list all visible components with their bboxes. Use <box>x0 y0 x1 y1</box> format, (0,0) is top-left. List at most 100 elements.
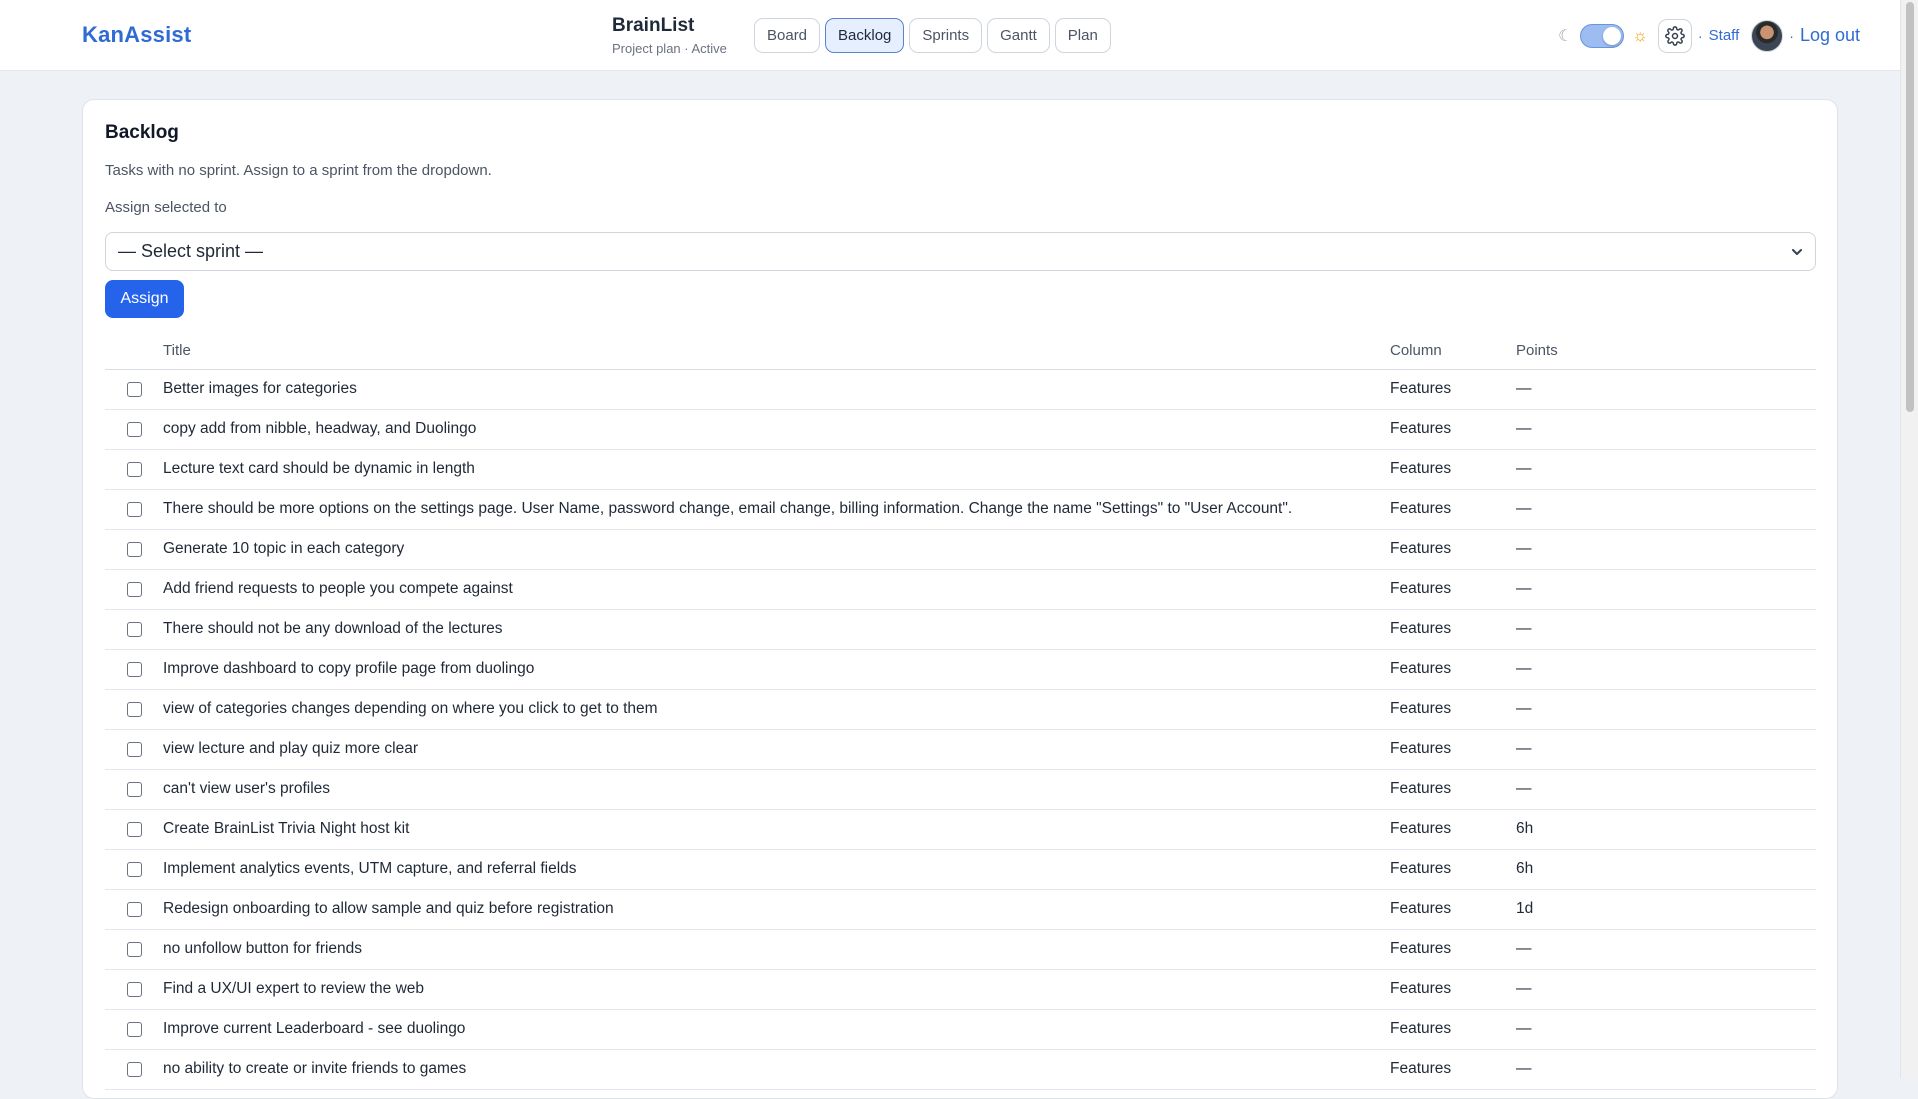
brand-logo[interactable]: KanAssist <box>82 22 191 48</box>
row-select-cell <box>105 1009 163 1050</box>
task-column: Features <box>1390 889 1516 930</box>
row-checkbox[interactable] <box>127 461 142 477</box>
chevron-down-icon <box>1792 249 1802 255</box>
row-select-cell <box>105 809 163 850</box>
task-points: 1d <box>1516 889 1816 930</box>
task-points: — <box>1516 569 1816 610</box>
settings-button[interactable] <box>1658 18 1692 53</box>
task-column: Features <box>1390 529 1516 570</box>
task-title[interactable]: Add friend requests to people you compet… <box>163 569 1390 610</box>
task-title[interactable]: Generate 10 topic in each category <box>163 529 1390 570</box>
row-checkbox[interactable] <box>127 781 142 797</box>
row-select-cell <box>105 569 163 610</box>
row-checkbox[interactable] <box>127 981 142 997</box>
task-title[interactable]: Improve dashboard to copy profile page f… <box>163 649 1390 690</box>
row-checkbox[interactable] <box>127 541 142 557</box>
row-checkbox[interactable] <box>127 941 142 957</box>
row-checkbox[interactable] <box>127 1061 142 1077</box>
tab-board[interactable]: Board <box>754 18 821 53</box>
table-row: can't view user's profiles Features — <box>105 769 1816 810</box>
task-points: — <box>1516 769 1816 810</box>
row-checkbox[interactable] <box>127 741 142 757</box>
logout-link[interactable]: Log out <box>1800 25 1860 46</box>
task-title[interactable]: There should be more options on the sett… <box>163 489 1390 530</box>
table-row: view of categories changes depending on … <box>105 689 1816 730</box>
task-points: — <box>1516 449 1816 490</box>
theme-toggle[interactable] <box>1580 23 1625 48</box>
tab-backlog[interactable]: Backlog <box>825 18 905 53</box>
row-checkbox[interactable] <box>127 1021 142 1037</box>
task-title[interactable]: Lecture text card should be dynamic in l… <box>163 449 1390 490</box>
separator-dot: · <box>1698 27 1703 44</box>
row-checkbox[interactable] <box>127 381 142 397</box>
table-row: There should not be any download of the … <box>105 609 1816 650</box>
task-column: Features <box>1390 849 1516 890</box>
project-meta: Project plan · Active <box>612 41 727 56</box>
task-column: Features <box>1390 969 1516 1010</box>
page-title: Backlog <box>105 122 179 143</box>
task-column: Features <box>1390 449 1516 490</box>
scrollbar-thumb[interactable] <box>1906 2 1914 412</box>
gear-icon <box>1665 25 1685 46</box>
task-title[interactable]: Implement analytics events, UTM capture,… <box>163 849 1390 890</box>
task-title[interactable]: Redesign onboarding to allow sample and … <box>163 889 1390 930</box>
top-bar: KanAssist BrainList Project plan · Activ… <box>0 0 1900 71</box>
table-row: no ability to create or invite friends t… <box>105 1049 1816 1090</box>
task-title[interactable]: copy add from nibble, headway, and Duoli… <box>163 409 1390 450</box>
row-select-cell <box>105 929 163 970</box>
task-column: Features <box>1390 489 1516 530</box>
task-column: Features <box>1390 769 1516 810</box>
backlog-card: Backlog Tasks with no sprint. Assign to … <box>82 99 1838 1099</box>
row-select-cell <box>105 729 163 770</box>
task-column: Features <box>1390 649 1516 690</box>
header-tools: ☾ ☼ · Staff · Log out <box>1558 18 1860 53</box>
table-row: Implement analytics events, UTM capture,… <box>105 849 1816 890</box>
row-checkbox[interactable] <box>127 701 142 717</box>
assign-button[interactable]: Assign <box>105 280 184 318</box>
table-row: Lecture text card should be dynamic in l… <box>105 449 1816 490</box>
toggle-knob <box>1603 26 1622 45</box>
task-title[interactable]: view lecture and play quiz more clear <box>163 729 1390 770</box>
task-points: — <box>1516 969 1816 1010</box>
row-checkbox[interactable] <box>127 421 142 437</box>
view-tabs: Board Backlog Sprints Gantt Plan <box>754 18 1111 53</box>
task-title[interactable]: view of categories changes depending on … <box>163 689 1390 730</box>
table-row: There should be more options on the sett… <box>105 489 1816 530</box>
row-select-cell <box>105 649 163 690</box>
task-points: 6h <box>1516 849 1816 890</box>
row-checkbox[interactable] <box>127 581 142 597</box>
header-column: Column <box>1390 332 1516 370</box>
staff-link[interactable]: Staff <box>1709 27 1740 44</box>
task-title[interactable]: no ability to create or invite friends t… <box>163 1049 1390 1090</box>
scrollbar[interactable] <box>1900 0 1918 1078</box>
table-row: Better images for categories Features — <box>105 369 1816 410</box>
row-select-cell <box>105 369 163 410</box>
row-checkbox[interactable] <box>127 621 142 637</box>
task-column: Features <box>1390 729 1516 770</box>
task-title[interactable]: Find a UX/UI expert to review the web <box>163 969 1390 1010</box>
task-title[interactable]: Improve current Leaderboard - see duolin… <box>163 1009 1390 1050</box>
task-title[interactable]: no unfollow button for friends <box>163 929 1390 970</box>
table-row: Improve current Leaderboard - see duolin… <box>105 1009 1816 1050</box>
task-title[interactable]: can't view user's profiles <box>163 769 1390 810</box>
avatar[interactable] <box>1751 19 1784 52</box>
row-checkbox[interactable] <box>127 501 142 517</box>
tab-sprints[interactable]: Sprints <box>909 18 983 53</box>
task-title[interactable]: Create BrainList Trivia Night host kit <box>163 809 1390 850</box>
row-checkbox[interactable] <box>127 821 142 837</box>
tab-plan[interactable]: Plan <box>1054 18 1111 53</box>
tab-gantt[interactable]: Gantt <box>987 18 1050 53</box>
task-points: — <box>1516 529 1816 570</box>
task-title[interactable]: Better images for categories <box>163 369 1390 410</box>
task-column: Features <box>1390 1009 1516 1050</box>
task-title[interactable]: There should not be any download of the … <box>163 609 1390 650</box>
sprint-select[interactable]: — Select sprint — <box>105 232 1816 271</box>
backlog-description: Tasks with no sprint. Assign to a sprint… <box>105 162 492 179</box>
row-checkbox[interactable] <box>127 661 142 677</box>
row-checkbox[interactable] <box>127 861 142 877</box>
task-points: — <box>1516 409 1816 450</box>
sprint-select-value: — Select sprint — <box>118 241 264 261</box>
header-title: Title <box>163 332 1390 370</box>
task-points: — <box>1516 929 1816 970</box>
row-checkbox[interactable] <box>127 901 142 917</box>
